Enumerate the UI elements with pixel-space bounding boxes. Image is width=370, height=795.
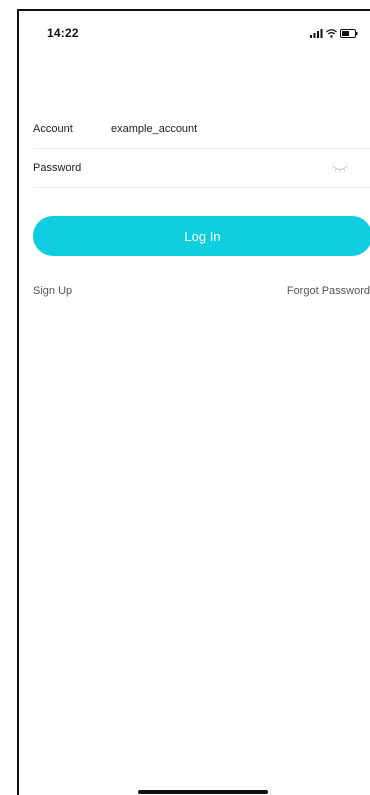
account-label: Account xyxy=(33,123,73,135)
eye-closed-icon[interactable] xyxy=(332,162,348,174)
password-field[interactable] xyxy=(111,156,311,180)
account-field[interactable]: example_account xyxy=(111,123,197,135)
status-bar: 14:22 xyxy=(19,11,370,51)
status-time: 14:22 xyxy=(47,26,79,40)
forgot-password-link[interactable]: Forgot Password xyxy=(287,285,370,297)
phone-screen: 14:22 Account example_account Password L… xyxy=(17,9,370,795)
signal-icon xyxy=(310,28,323,38)
signup-link[interactable]: Sign Up xyxy=(33,285,72,297)
wifi-icon xyxy=(326,28,337,38)
password-label: Password xyxy=(33,162,82,174)
login-button[interactable]: Log In xyxy=(33,216,370,256)
password-row: Password xyxy=(33,150,370,188)
account-row: Account example_account xyxy=(33,111,370,149)
home-indicator xyxy=(138,790,268,794)
status-icons xyxy=(310,27,358,39)
battery-icon xyxy=(340,28,358,38)
